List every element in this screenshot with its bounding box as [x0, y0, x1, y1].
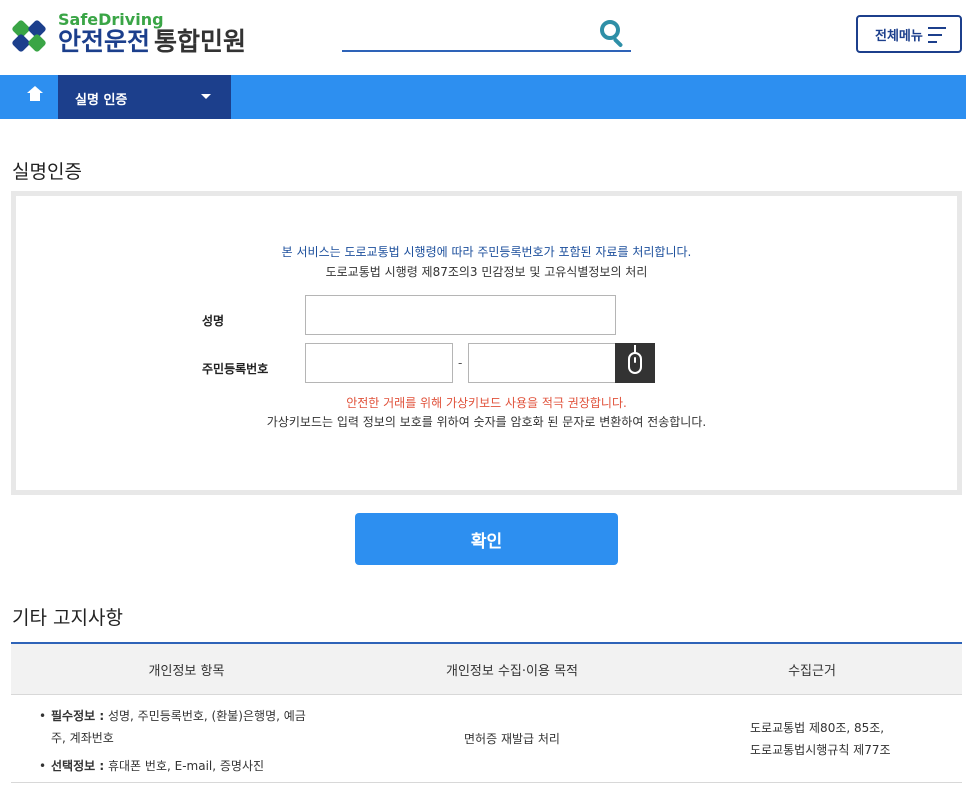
logo-title-tail: 통합민원	[154, 27, 247, 56]
rrn-front-input[interactable]	[305, 343, 453, 383]
caret-down-icon	[201, 94, 211, 99]
rrn-label: 주민등록번호	[202, 362, 269, 376]
logo-subtitle: SafeDriving	[58, 10, 164, 29]
rrn-dash: -	[458, 356, 463, 370]
virtual-keyboard-warning: 안전한 거래를 위해 가상키보드 사용을 적극 권장합니다.	[346, 396, 627, 410]
optional-info-text: 휴대폰 번호, E-mail, 증명사진	[107, 759, 265, 773]
required-info-text: 성명, 주민등록번호, (환불)은행명, 예금	[107, 709, 306, 723]
items-cell: 필수정보 : 성명, 주민등록번호, (환불)은행명, 예금 주, 계좌번호 선…	[11, 695, 362, 782]
hamburger-icon	[928, 27, 946, 43]
notice-title: 기타 고지사항	[12, 607, 123, 629]
table-row: 필수정보 : 성명, 주민등록번호, (환불)은행명, 예금 주, 계좌번호 선…	[11, 695, 962, 783]
page-title: 실명인증	[12, 161, 82, 183]
required-info-text-cont: 주, 계좌번호	[51, 731, 114, 745]
auth-form-box: 본 서비스는 도로교통법 시행령에 따라 주민등록번호가 포함된 자료를 처리합…	[11, 191, 962, 495]
breadcrumb-current: 실명 인증	[75, 93, 128, 108]
search-icon[interactable]	[598, 18, 628, 48]
rrn-back-input[interactable]	[468, 343, 616, 383]
column-header: 수집근거	[788, 663, 836, 679]
confirm-button[interactable]: 확인	[355, 513, 618, 565]
column-header: 개인정보 수집·이용 목적	[446, 663, 578, 679]
required-info-item: 필수정보 : 성명, 주민등록번호, (환불)은행명, 예금 주, 계좌번호	[39, 705, 362, 749]
logo-mark-icon	[10, 18, 52, 54]
purpose-cell: 면허증 재발급 처리	[464, 732, 560, 746]
all-menu-label: 전체메뉴	[875, 28, 923, 44]
virtual-keyboard-info: 가상키보드는 입력 정보의 보호를 위하여 숫자를 암호화 된 문자로 변환하여…	[266, 415, 707, 429]
basis-line2: 도로교통법시행규칙 제77조	[750, 742, 891, 757]
mouse-icon	[628, 345, 642, 374]
basis-line1: 도로교통법 제80조, 85조,	[750, 720, 885, 735]
table-header: 개인정보 항목 개인정보 수집·이용 목적 수집근거	[11, 644, 962, 695]
optional-info-label: 선택정보 :	[51, 759, 105, 773]
site-logo[interactable]: SafeDriving 안전운전 통합민원	[10, 10, 247, 58]
virtual-keyboard-button[interactable]	[615, 343, 655, 383]
required-info-label: 필수정보 :	[51, 709, 105, 723]
privacy-table: 개인정보 항목 개인정보 수집·이용 목적 수집근거 필수정보 : 성명, 주민…	[11, 642, 962, 783]
breadcrumb-bar: 실명 인증	[0, 75, 966, 119]
site-header: SafeDriving 안전운전 통합민원 전체메뉴	[0, 0, 966, 75]
home-icon	[27, 86, 43, 103]
optional-info-item: 선택정보 : 휴대폰 번호, E-mail, 증명사진	[39, 755, 362, 777]
logo-title: 안전운전	[58, 27, 151, 56]
search-input[interactable]	[342, 50, 631, 52]
legal-notice-line1: 본 서비스는 도로교통법 시행령에 따라 주민등록번호가 포함된 자료를 처리합…	[281, 245, 692, 259]
basis-cell: 도로교통법 제80조, 85조, 도로교통법시행규칙 제77조	[662, 695, 962, 782]
name-input[interactable]	[305, 295, 616, 335]
home-button[interactable]	[12, 75, 58, 119]
legal-notice-line2: 도로교통법 시행령 제87조의3 민감정보 및 고유식별정보의 처리	[325, 265, 648, 279]
column-header: 개인정보 항목	[148, 663, 225, 679]
breadcrumb-dropdown[interactable]: 실명 인증	[58, 75, 231, 119]
name-label: 성명	[202, 314, 225, 328]
all-menu-button[interactable]: 전체메뉴	[856, 15, 962, 53]
